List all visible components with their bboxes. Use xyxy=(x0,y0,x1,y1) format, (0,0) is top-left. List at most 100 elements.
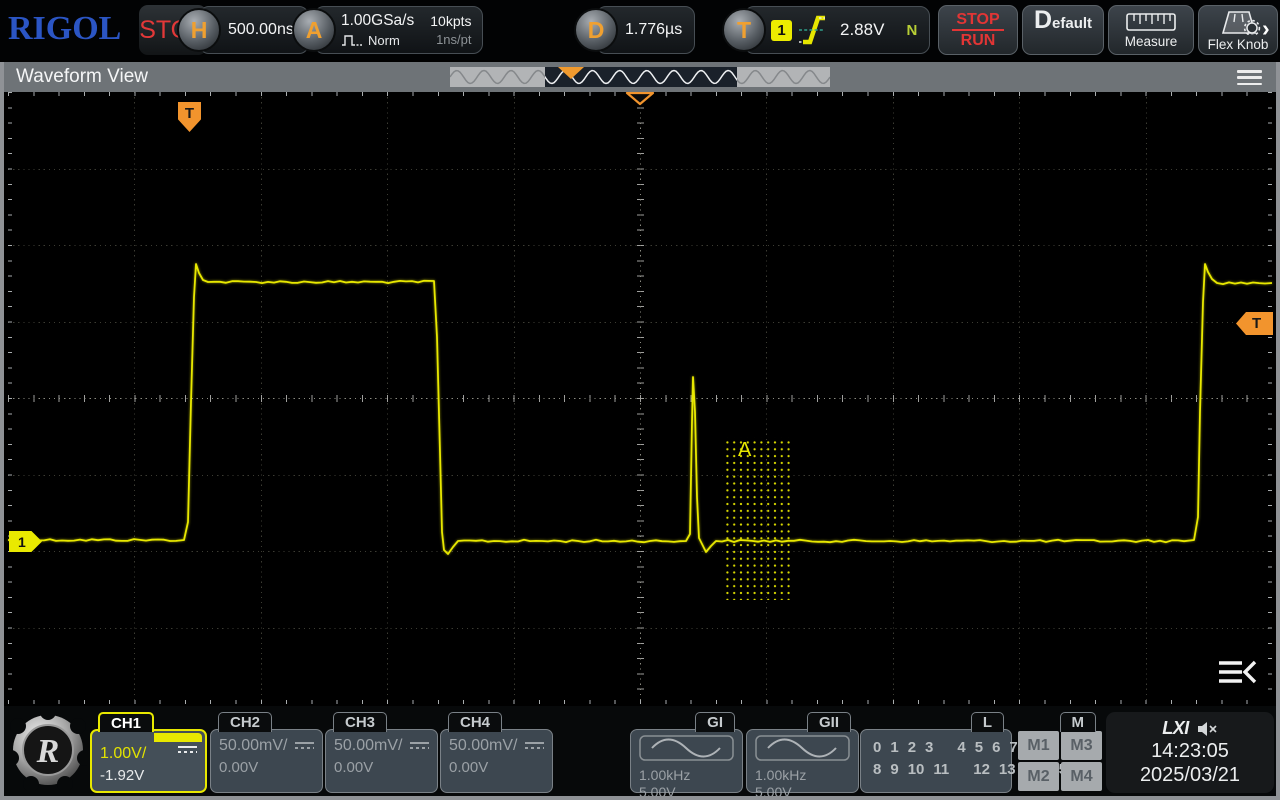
channel-tab-ch2[interactable]: CH2 xyxy=(218,712,272,732)
logic-analyzer-card[interactable]: L 01234567 89101112131415 xyxy=(860,712,1012,793)
sine-wave-icon xyxy=(639,735,734,761)
digital-channel-number: 9 xyxy=(890,761,898,778)
math-m4-button[interactable]: M4 xyxy=(1061,762,1102,791)
digital-channel-number: 0 xyxy=(873,739,881,756)
memory-depth-value: 10kpts xyxy=(430,13,471,29)
collapse-menu-icon[interactable] xyxy=(1218,659,1258,687)
channel-card-ch4[interactable]: CH4 50.00mV/ 0.00V xyxy=(440,712,553,793)
channel-offset-value: 0.00V xyxy=(219,759,314,776)
toolbar-scroll-right-button[interactable]: › xyxy=(1262,15,1270,42)
logic-tab[interactable]: L xyxy=(971,712,1004,732)
digital-channels-row2: 89101112131415 xyxy=(873,761,1003,778)
digital-channel-number: 12 xyxy=(973,761,990,778)
digital-channel-number: 2 xyxy=(908,739,916,756)
channel-tab-ch1[interactable]: CH1 xyxy=(98,712,154,732)
channel-tab-ch4[interactable]: CH4 xyxy=(448,712,502,732)
stop-run-button[interactable]: STOP RUN xyxy=(938,5,1018,55)
delay-group: D 1.776µs xyxy=(574,6,695,54)
ruler-icon xyxy=(1126,12,1176,32)
speaker-muted-icon xyxy=(1196,721,1218,737)
clock-time: 14:23:05 xyxy=(1151,740,1229,763)
trigger-mode-indicator: N xyxy=(906,22,917,39)
horizontal-group: H 500.00ns/ xyxy=(177,6,309,54)
clock-date: 2025/03/21 xyxy=(1140,764,1240,787)
math-tab[interactable]: M xyxy=(1060,712,1097,732)
flex-knob-label: Flex Knob xyxy=(1208,37,1269,52)
channel-tab-ch3[interactable]: CH3 xyxy=(333,712,387,732)
measure-button[interactable]: Measure xyxy=(1108,5,1194,55)
svg-text:R: R xyxy=(36,733,60,770)
channel-card-ch2[interactable]: CH2 50.00mV/ 0.00V xyxy=(210,712,323,793)
acquire-mode-label: Norm xyxy=(368,33,400,48)
acquire-knob-button[interactable]: A xyxy=(292,8,336,52)
trigger-knob-button[interactable]: T xyxy=(722,8,766,52)
titlebar-menu-icon[interactable] xyxy=(1237,70,1262,85)
divider xyxy=(952,29,1004,31)
trigger-panel[interactable]: 1 2.88V N xyxy=(744,6,930,54)
math-m3-button[interactable]: M3 xyxy=(1061,731,1102,760)
digital-channels-row1: 01234567 xyxy=(873,739,1003,756)
sine-wave-icon xyxy=(755,735,850,761)
generator-tab-gi[interactable]: GI xyxy=(695,712,735,732)
channel-offset-value: 0.00V xyxy=(449,759,544,776)
default-button[interactable]: Default xyxy=(1022,5,1104,55)
digital-channel-number: 5 xyxy=(975,739,983,756)
digital-channel-number: 13 xyxy=(999,761,1016,778)
default-label-initial: D xyxy=(1034,6,1052,35)
run-label: RUN xyxy=(961,32,996,49)
math-m1-button[interactable]: M1 xyxy=(1018,731,1059,760)
channel-active-bar xyxy=(154,733,202,742)
waveform-display-area[interactable]: A T 1 T xyxy=(8,92,1272,704)
waveform-position-indicator[interactable] xyxy=(450,67,830,87)
lxi-label: LXI xyxy=(1162,718,1189,739)
digital-channel-number: 4 xyxy=(957,739,965,756)
delay-knob-button[interactable]: D xyxy=(574,8,618,52)
default-label-rest: efault xyxy=(1052,15,1092,32)
measure-label: Measure xyxy=(1125,34,1178,49)
coupling-icon xyxy=(295,742,314,752)
digital-channel-number: 11 xyxy=(933,761,949,778)
bottom-status-bar: R CH1 1.00V/ -1.92V CH2 50.00mV/ 0.00V C… xyxy=(4,706,1276,796)
oscilloscope-screen: RIGOL STOP H 500.00ns/ A 1.00GSa/s Norm … xyxy=(0,0,1280,800)
generator-card-gii[interactable]: GII 1.00kHz 5.00V xyxy=(746,712,859,793)
channel-card-ch3[interactable]: CH3 50.00mV/ 0.00V xyxy=(325,712,438,793)
rising-edge-trigger-icon xyxy=(798,12,826,48)
generator-frequency-value: 1.00kHz xyxy=(755,767,850,783)
coupling-icon xyxy=(525,742,544,752)
sample-rate-value: 1.00GSa/s xyxy=(341,12,414,30)
acquire-panel[interactable]: 1.00GSa/s Norm 10kpts 1ns/pt xyxy=(314,6,483,54)
generator-card-gi[interactable]: GI 1.00kHz 5.00V xyxy=(630,712,743,793)
rigol-gear-logo[interactable]: R xyxy=(9,709,87,791)
bezel xyxy=(0,62,4,800)
square-wave-icon xyxy=(341,34,363,48)
generator-tab-gii[interactable]: GII xyxy=(807,712,851,732)
stop-label: STOP xyxy=(956,11,999,28)
math-card[interactable]: M M1 M3 M2 M4 xyxy=(1016,712,1104,793)
bezel xyxy=(1276,62,1280,800)
bezel xyxy=(0,796,1280,800)
coupling-icon xyxy=(410,742,429,752)
channel-card-ch1[interactable]: CH1 1.00V/ -1.92V xyxy=(90,712,207,793)
digital-channel-number: 8 xyxy=(873,761,881,778)
top-toolbar: RIGOL STOP H 500.00ns/ A 1.00GSa/s Norm … xyxy=(0,0,1280,60)
rigol-brand-logo: RIGOL xyxy=(8,10,121,48)
horizontal-knob-button[interactable]: H xyxy=(177,8,221,52)
waveform-view-titlebar: Waveform View xyxy=(4,62,1276,92)
trigger-delay-indicator[interactable] xyxy=(623,92,657,106)
channel-offset-value: 0.00V xyxy=(334,759,429,776)
sample-resolution-value: 1ns/pt xyxy=(430,32,471,47)
knob-icon xyxy=(1215,9,1261,35)
digital-channel-number: 3 xyxy=(925,739,933,756)
waveform-trace xyxy=(8,92,1272,704)
digital-channel-number: 10 xyxy=(908,761,925,778)
channel-offset-value: -1.92V xyxy=(100,767,197,784)
trigger-group: T 1 2.88V N xyxy=(722,6,930,54)
page-title: Waveform View xyxy=(16,66,148,88)
digital-channel-number: 1 xyxy=(890,739,898,756)
status-clock-panel[interactable]: LXI 14:23:05 2025/03/21 xyxy=(1106,712,1274,793)
digital-channel-number: 6 xyxy=(992,739,1000,756)
generator-frequency-value: 1.00kHz xyxy=(639,767,734,783)
math-m2-button[interactable]: M2 xyxy=(1018,762,1059,791)
trigger-level-value: 2.88V xyxy=(840,20,884,40)
coupling-icon xyxy=(178,746,197,756)
